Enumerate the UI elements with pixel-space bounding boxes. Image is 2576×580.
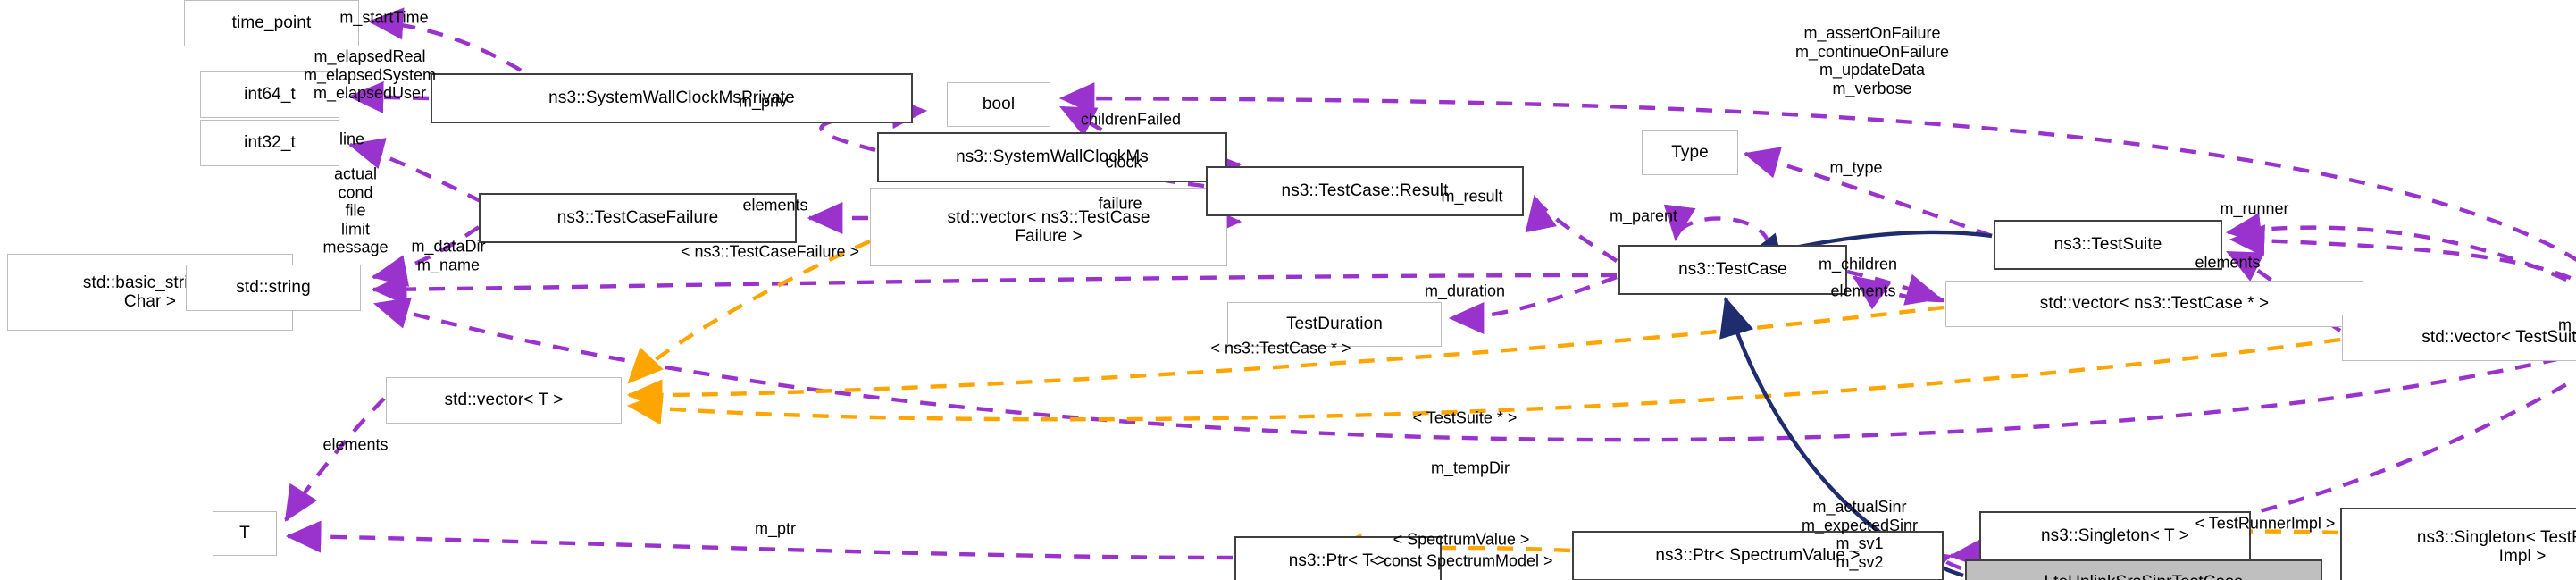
class-node-Type[interactable]: Type [1642, 130, 1738, 175]
edge-m_result [1525, 194, 1618, 263]
class-node-swcm_private[interactable]: ns3::SystemWallClockMsPrivate [431, 73, 913, 123]
edge-m_actualSinr [1914, 549, 1962, 580]
collaboration-diagram: time_point int64_t int32_t std::basic_strin… [0, 0, 2576, 580]
edge-tpl-tcfailure [627, 239, 871, 384]
class-node-singleton_tri[interactable]: ns3::Singleton< TestRunner Impl > [2340, 508, 2576, 580]
class-node-vector_tcfailure[interactable]: std::vector< ns3::TestCase Failure > [870, 188, 1227, 266]
class-node-swcm[interactable]: ns3::SystemWallClockMs [877, 132, 1227, 182]
edge-failure-fields [371, 225, 481, 287]
class-node-ptr_spectrumvalue[interactable]: ns3::Ptr< SpectrumValue > [1572, 531, 1944, 580]
class-node-vector_testcase_p[interactable]: std::vector< ns3::TestCase * > [1945, 281, 2363, 327]
class-node-ptr_T[interactable]: ns3::Ptr< T > [1234, 536, 1442, 580]
edge-m_type [1743, 147, 1993, 239]
edge-m_dataDir [371, 273, 1618, 306]
class-node-testsuite[interactable]: ns3::TestSuite [1994, 220, 2222, 270]
class-node-bool[interactable]: bool [947, 82, 1050, 127]
class-node-testcase_failure[interactable]: ns3::TestCaseFailure [479, 193, 797, 243]
class-node-testcase_result[interactable]: ns3::TestCase::Result [1206, 166, 1524, 216]
class-node-int32_t[interactable]: int32_t [200, 120, 339, 166]
class-node-vector_T[interactable]: std::vector< T > [386, 377, 622, 424]
edge-line [347, 138, 483, 204]
class-node-TestDuration[interactable]: TestDuration [1227, 302, 1442, 347]
edge-m_ptr [285, 520, 1234, 560]
class-node-time_point[interactable]: time_point [184, 0, 359, 46]
class-node-int64_t[interactable]: int64_t [200, 71, 339, 118]
class-node-T[interactable]: T [213, 511, 277, 556]
class-node-lte_testcase[interactable]: LteUplinkSrsSinrTestCase [1965, 559, 2322, 580]
class-node-vector_testsuite_p[interactable]: std::vector< TestSuite * > [2342, 315, 2576, 361]
edge-elements-T [284, 397, 386, 522]
class-node-std_string[interactable]: std::string [186, 265, 361, 311]
edge-m_duration [1448, 274, 1618, 335]
edge-m_children [1846, 269, 1943, 306]
edge-m_parent [1663, 204, 1771, 244]
edge-m_elapsed [347, 80, 430, 113]
class-node-singleton_T[interactable]: ns3::Singleton< T > [1979, 511, 2251, 561]
class-node-testcase[interactable]: ns3::TestCase [1618, 245, 1847, 295]
